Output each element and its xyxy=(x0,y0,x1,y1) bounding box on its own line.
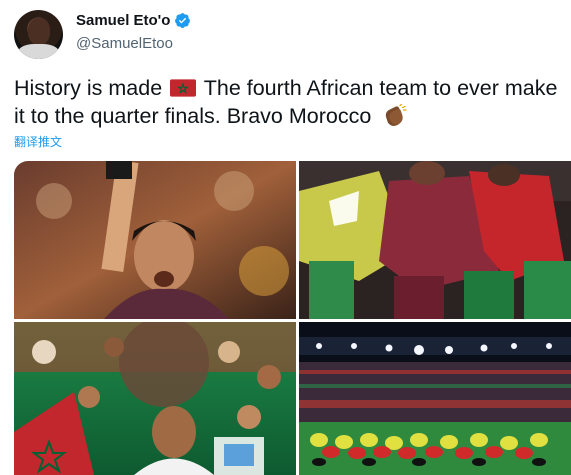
tweet-text: History is made The fourth African team … xyxy=(14,74,559,130)
author-display-name[interactable]: Samuel Eto'o xyxy=(76,12,170,29)
media-image-stadium-bowing[interactable] xyxy=(299,322,571,475)
author-name-row: Samuel Eto'o xyxy=(76,12,191,29)
clapping-hands-icon xyxy=(386,104,407,126)
author-handle[interactable]: @SamuelEtoo xyxy=(76,35,173,52)
author-avatar[interactable] xyxy=(14,10,63,59)
goalkeeper-photo xyxy=(14,161,296,319)
morocco-flag-icon xyxy=(170,79,197,97)
media-image-team-collage[interactable] xyxy=(14,322,296,475)
verified-badge-icon xyxy=(175,13,191,28)
stadium-photo xyxy=(299,322,571,475)
tweet-text-part1: History is made xyxy=(14,76,163,100)
media-image-players-huddle[interactable] xyxy=(299,161,571,319)
translate-tweet-link[interactable]: 翻译推文 xyxy=(14,133,62,150)
media-image-goalkeeper-celebrating[interactable] xyxy=(14,161,296,319)
media-grid xyxy=(14,161,571,475)
huddle-photo xyxy=(299,161,571,319)
collage-photo xyxy=(14,322,296,475)
